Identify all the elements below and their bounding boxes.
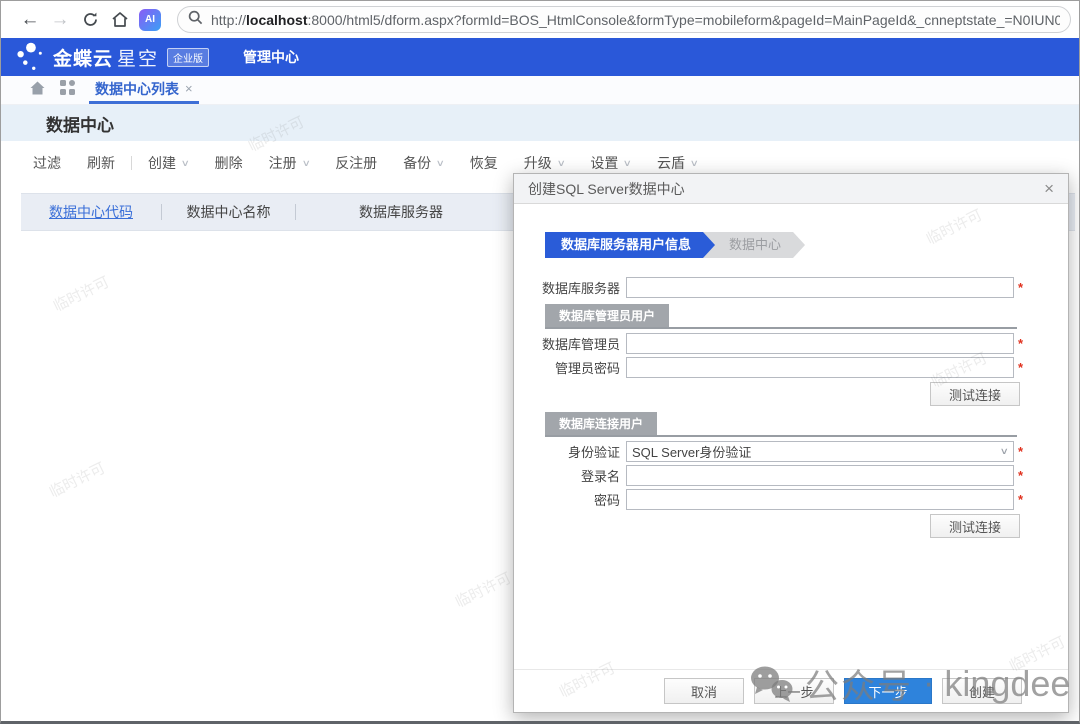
app-header: 金蝶云 星空 企业版 管理中心 [1, 38, 1079, 76]
toolbar-button-cloudshield[interactable]: 云盾∨ [657, 153, 698, 173]
form-row-login-name: 登录名 * [514, 464, 1068, 486]
required-mark: * [1018, 492, 1023, 507]
password-label: 密码 [514, 490, 626, 509]
cancel-button[interactable]: 取消 [664, 678, 744, 704]
close-tab-icon[interactable]: × [185, 81, 193, 96]
admin-password-label: 管理员密码 [514, 358, 626, 377]
tab-datacenter-list[interactable]: 数据中心列表 × [89, 76, 199, 104]
toolbar-button-delete[interactable]: 删除 [215, 153, 243, 173]
column-header-datacenter-name[interactable]: 数据中心名称 [162, 202, 295, 222]
section-title: 数据库管理员用户 [545, 304, 669, 327]
apps-grid-icon[interactable] [60, 80, 75, 100]
brand-name-secondary: 星空 [117, 44, 159, 71]
form-row-authentication: 身份验证 SQL Server身份验证 ∨ * [514, 440, 1068, 462]
kingdee-logo-icon [15, 41, 45, 73]
wizard-steps: 数据库服务器用户信息 数据中心 [545, 232, 1068, 258]
db-server-input[interactable] [626, 277, 1014, 298]
section-db-connect-user: 数据库连接用户 [545, 412, 1017, 437]
chevron-down-icon: ∨ [301, 158, 310, 169]
db-admin-label: 数据库管理员 [514, 334, 626, 353]
test-connection-button[interactable]: 测试连接 [930, 514, 1020, 538]
license-watermark: 临时许可 [45, 457, 108, 502]
address-bar[interactable]: http://localhost:8000/html5/dform.aspx?f… [177, 6, 1071, 33]
ai-extension-icon[interactable]: AI [139, 9, 161, 31]
previous-step-button[interactable]: 上一步 [754, 678, 834, 704]
admin-password-input[interactable] [626, 357, 1014, 378]
next-step-button[interactable]: 下一步 [844, 678, 932, 704]
edition-badge: 企业版 [167, 48, 209, 67]
search-icon [188, 10, 203, 30]
browser-toolbar: ← → AI http://localhost:8000/html5/dform… [1, 1, 1079, 38]
required-mark: * [1018, 444, 1023, 459]
page-title: 数据中心 [46, 111, 114, 136]
back-icon[interactable]: ← [15, 9, 45, 31]
toolbar-button-restore[interactable]: 恢复 [470, 153, 498, 173]
dialog-footer: 取消 上一步 下一步 创建 [514, 669, 1068, 704]
license-watermark: 临时许可 [451, 567, 514, 612]
db-admin-input[interactable] [626, 333, 1014, 354]
form-row-password: 密码 * [514, 488, 1068, 510]
chevron-down-icon: ∨ [690, 158, 699, 169]
home-icon[interactable] [105, 11, 135, 28]
toolbar-divider [131, 156, 132, 170]
tab-label: 数据中心列表 [95, 79, 179, 99]
login-name-label: 登录名 [514, 466, 626, 485]
column-header-db-server[interactable]: 数据库服务器 [296, 202, 506, 222]
toolbar-button-register[interactable]: 注册∨ [269, 153, 310, 173]
password-input[interactable] [626, 489, 1014, 510]
license-watermark: 临时许可 [49, 271, 112, 316]
create-sqlserver-datacenter-dialog: 创建SQL Server数据中心 × 数据库服务器用户信息 数据中心 数据库服务… [513, 173, 1069, 713]
form-row-db-server: 数据库服务器 * [514, 276, 1068, 298]
section-db-admin-user: 数据库管理员用户 [545, 304, 1017, 329]
db-server-label: 数据库服务器 [514, 278, 626, 297]
step-datacenter[interactable]: 数据中心 [701, 232, 805, 258]
column-header-datacenter-code[interactable]: 数据中心代码 [21, 202, 161, 222]
url-text: http://localhost:8000/html5/dform.aspx?f… [211, 12, 1060, 28]
close-icon[interactable]: × [1044, 180, 1054, 197]
dialog-title: 创建SQL Server数据中心 [528, 179, 685, 199]
home-tab-icon[interactable] [29, 80, 46, 101]
section-title: 数据库连接用户 [545, 412, 657, 435]
auth-select-value: SQL Server身份验证 [632, 442, 751, 461]
toolbar-button-unregister[interactable]: 反注册 [335, 153, 377, 173]
required-mark: * [1018, 280, 1023, 295]
chevron-down-icon: ∨ [556, 158, 565, 169]
create-button[interactable]: 创建 [942, 678, 1022, 704]
auth-label: 身份验证 [514, 442, 626, 461]
login-name-input[interactable] [626, 465, 1014, 486]
toolbar-button-refresh[interactable]: 刷新 [87, 153, 115, 173]
chevron-down-icon: ∨ [1000, 446, 1009, 457]
dialog-titlebar: 创建SQL Server数据中心 × [514, 174, 1068, 204]
chevron-down-icon: ∨ [623, 158, 632, 169]
auth-select[interactable]: SQL Server身份验证 ∨ [626, 441, 1014, 462]
toolbar-button-upgrade[interactable]: 升级∨ [524, 153, 565, 173]
test-connection-button[interactable]: 测试连接 [930, 382, 1020, 406]
header-menu-admin-center[interactable]: 管理中心 [243, 47, 299, 67]
required-mark: * [1018, 360, 1023, 375]
test-connection-row: 测试连接 [514, 382, 1068, 406]
reload-icon[interactable] [75, 11, 105, 28]
brand-name: 金蝶云 [53, 44, 113, 71]
forward-icon[interactable]: → [45, 9, 75, 31]
step-db-server-user-info[interactable]: 数据库服务器用户信息 [545, 232, 715, 258]
tab-bar: 数据中心列表 × [1, 76, 1079, 105]
required-mark: * [1018, 336, 1023, 351]
required-mark: * [1018, 468, 1023, 483]
browser-window: ← → AI http://localhost:8000/html5/dform… [0, 0, 1080, 724]
form-row-admin-password: 管理员密码 * [514, 356, 1068, 378]
toolbar-button-create[interactable]: 创建∨ [148, 153, 189, 173]
chevron-down-icon: ∨ [181, 158, 190, 169]
toolbar-button-backup[interactable]: 备份∨ [403, 153, 444, 173]
test-connection-row: 测试连接 [514, 514, 1068, 538]
chevron-down-icon: ∨ [436, 158, 445, 169]
page-title-strip: 数据中心 [1, 105, 1079, 141]
toolbar-button-settings[interactable]: 设置∨ [590, 153, 631, 173]
form-row-db-admin: 数据库管理员 * [514, 332, 1068, 354]
toolbar-button-filter[interactable]: 过滤 [33, 153, 61, 173]
